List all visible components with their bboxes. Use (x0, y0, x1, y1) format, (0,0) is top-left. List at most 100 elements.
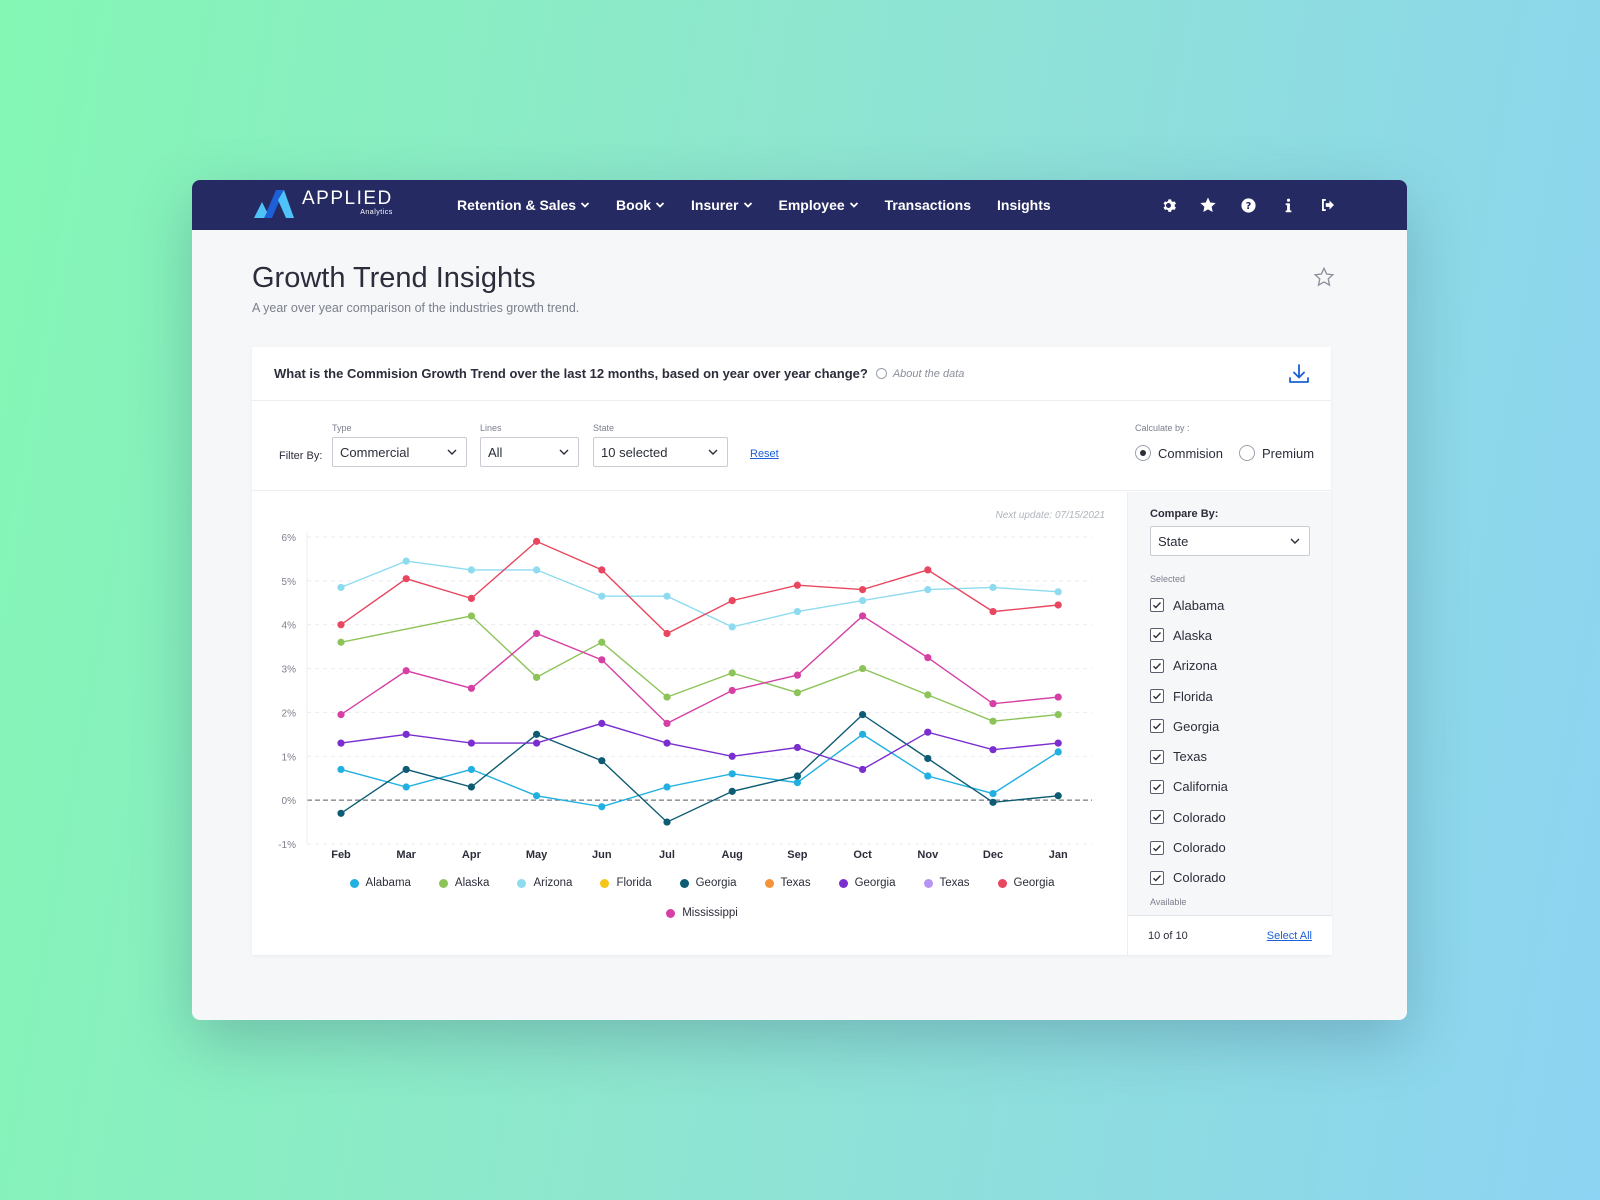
checkbox-checked[interactable] (1150, 628, 1164, 643)
checklist-item[interactable]: Florida (1150, 681, 1315, 711)
data-point[interactable] (989, 789, 997, 798)
nav-item-employee[interactable]: Employee (779, 197, 859, 213)
data-point[interactable] (663, 629, 671, 638)
data-point[interactable] (402, 783, 410, 791)
data-point[interactable] (793, 671, 802, 679)
help-icon[interactable]: ? (1239, 196, 1257, 214)
lines-select[interactable]: All (480, 437, 579, 467)
data-point[interactable] (1054, 748, 1062, 756)
data-point[interactable] (467, 765, 475, 774)
legend-item[interactable]: Georgia (679, 877, 737, 889)
radio-button[interactable] (1239, 445, 1256, 461)
data-point[interactable] (989, 700, 997, 708)
legend-item[interactable]: Texas (764, 877, 811, 889)
data-point[interactable] (663, 818, 671, 826)
info-icon[interactable] (1279, 196, 1297, 214)
data-point[interactable] (663, 719, 671, 727)
data-point[interactable] (793, 743, 802, 752)
data-point[interactable] (533, 566, 541, 574)
data-point[interactable] (728, 669, 736, 677)
data-point[interactable] (728, 596, 736, 605)
data-point[interactable] (337, 809, 345, 817)
download-icon[interactable] (1287, 362, 1311, 386)
data-point[interactable] (728, 770, 736, 778)
state-select[interactable]: 10 selected (593, 437, 728, 467)
legend-item[interactable]: Georgia (838, 877, 896, 889)
checkbox-checked[interactable] (1150, 598, 1164, 613)
data-point[interactable] (598, 719, 606, 727)
data-point[interactable] (467, 684, 475, 692)
data-point[interactable] (598, 566, 606, 574)
data-point[interactable] (924, 691, 932, 699)
data-point[interactable] (533, 673, 541, 681)
data-point[interactable] (859, 664, 867, 673)
data-point[interactable] (467, 594, 475, 602)
data-point[interactable] (924, 772, 932, 780)
radio-commision[interactable]: Commision (1135, 445, 1223, 461)
data-point[interactable] (793, 689, 802, 697)
data-point[interactable] (337, 583, 345, 592)
data-point[interactable] (924, 566, 932, 574)
checkbox-checked[interactable] (1150, 658, 1164, 673)
legend-item[interactable]: Alabama (349, 877, 411, 889)
nav-item-insights[interactable]: Insights (997, 197, 1051, 213)
logout-icon[interactable] (1319, 196, 1337, 214)
data-point[interactable] (924, 728, 932, 736)
checklist-item[interactable]: Alaska (1150, 620, 1315, 650)
data-point[interactable] (598, 592, 606, 600)
data-point[interactable] (402, 557, 410, 565)
checklist-item[interactable]: Texas (1150, 741, 1315, 771)
data-point[interactable] (337, 739, 345, 747)
gear-icon[interactable] (1159, 196, 1177, 214)
checklist-item[interactable]: Arizona (1150, 651, 1315, 681)
checklist-item[interactable]: Colorado (1150, 802, 1315, 832)
data-point[interactable] (467, 739, 475, 747)
checkbox-checked[interactable] (1150, 749, 1164, 764)
data-point[interactable] (1054, 792, 1062, 800)
data-point[interactable] (924, 586, 932, 594)
select-all-link[interactable]: Select All (1267, 930, 1312, 942)
legend-item[interactable]: Texas (923, 877, 970, 889)
data-point[interactable] (793, 772, 802, 780)
data-point[interactable] (924, 754, 932, 763)
data-point[interactable] (533, 739, 541, 747)
data-point[interactable] (402, 765, 410, 774)
star-icon[interactable] (1199, 196, 1217, 214)
checkbox-checked[interactable] (1150, 840, 1164, 855)
data-point[interactable] (337, 621, 345, 629)
data-point[interactable] (467, 566, 475, 574)
radio-button[interactable] (1135, 445, 1151, 461)
compare-select[interactable]: State (1150, 526, 1310, 556)
data-point[interactable] (1054, 693, 1062, 701)
legend-item[interactable]: Alaska (438, 877, 489, 889)
data-point[interactable] (598, 656, 606, 664)
data-point[interactable] (337, 711, 345, 719)
data-point[interactable] (859, 765, 867, 774)
data-point[interactable] (663, 693, 671, 701)
data-point[interactable] (663, 592, 671, 600)
data-point[interactable] (1054, 711, 1062, 719)
data-point[interactable] (402, 730, 410, 738)
data-point[interactable] (598, 803, 606, 811)
checklist-item[interactable]: Georgia (1150, 711, 1315, 741)
data-point[interactable] (859, 730, 867, 738)
data-point[interactable] (728, 623, 736, 631)
data-point[interactable] (989, 607, 997, 616)
data-point[interactable] (533, 730, 541, 738)
data-point[interactable] (989, 746, 997, 754)
nav-item-book[interactable]: Book (616, 197, 665, 213)
about-data-link[interactable]: About the data (875, 368, 964, 380)
brand-logo[interactable]: APPLIED Analytics (254, 188, 393, 218)
data-point[interactable] (598, 757, 606, 765)
checkbox-checked[interactable] (1150, 719, 1164, 734)
checklist-item[interactable]: Alabama (1150, 590, 1315, 620)
checklist-item[interactable]: Colorado (1150, 863, 1315, 890)
legend-item[interactable]: Arizona (517, 877, 572, 889)
data-point[interactable] (793, 607, 802, 616)
data-point[interactable] (1054, 739, 1062, 747)
nav-item-retention-sales[interactable]: Retention & Sales (457, 197, 590, 213)
data-point[interactable] (924, 654, 932, 662)
data-point[interactable] (467, 783, 475, 791)
legend-item[interactable]: Georgia (997, 877, 1054, 889)
data-point[interactable] (467, 612, 475, 620)
